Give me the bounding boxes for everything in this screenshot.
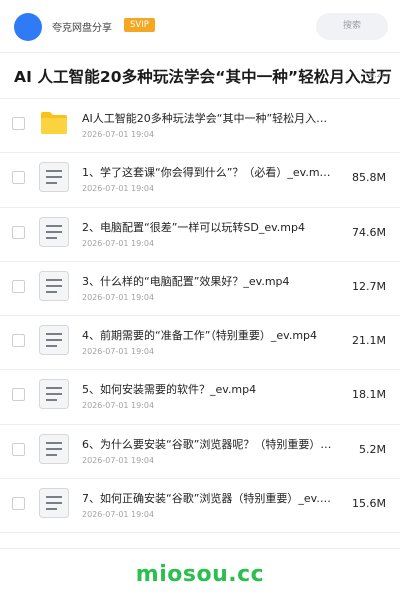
file-date: 2026-07-01 19:04: [82, 184, 155, 194]
file-name: 7、如何正确安装“谷歌”浏览器（特别重要）_ev.mp4: [82, 491, 332, 505]
file-date: 2026-07-01 19:04: [82, 238, 155, 248]
file-icon: [38, 378, 70, 410]
file-size: 74.6M: [352, 225, 386, 239]
file-size: 5.2M: [359, 442, 386, 456]
file-icon: [38, 216, 70, 248]
file-name: 5、如何安装需要的软件？_ev.mp4: [82, 383, 257, 397]
row-checkbox[interactable]: [12, 279, 25, 293]
row-checkbox[interactable]: [12, 334, 25, 347]
svip-badge: SVIP: [124, 18, 155, 32]
file-size: 85.8M: [352, 171, 386, 185]
share-header: 夸克网盘分享 SVIP 搜索: [0, 0, 400, 52]
file-name: AI人工智能20多种玩法学会“其中一种”轻松月入过万: [82, 112, 332, 125]
folder-row[interactable]: AI人工智能20多种玩法学会“其中一种”轻松月入过万 2026-07-01 19:…: [0, 98, 400, 152]
row-checkbox[interactable]: [12, 225, 25, 239]
row-checkbox[interactable]: [12, 442, 25, 456]
row-checkbox[interactable]: [12, 388, 25, 402]
search-button[interactable]: 搜索: [316, 13, 388, 40]
list-end-divider: [0, 548, 400, 549]
file-name: 6、为什么要安装“谷歌”浏览器呢？（特别重要）_ev.mp4: [82, 437, 332, 451]
file-row[interactable]: 7、如何正确安装“谷歌”浏览器（特别重要）_ev.mp4 2026-07-01 1…: [0, 478, 400, 532]
file-icon: [38, 487, 70, 519]
file-row[interactable]: 4、前期需要的“准备工作”（特别重要）_ev.mp4 2026-07-01 19:…: [0, 315, 400, 369]
page-title: AI 人工智能20多种玩法学会“其中一种”轻松月入过万: [14, 68, 392, 86]
file-date: 2026-07-01 19:04: [82, 130, 155, 139]
file-icon: [38, 161, 70, 193]
file-row[interactable]: 2、电脑配置“很差”一样可以玩转SD_ev.mp4 2026-07-01 19:0…: [0, 207, 400, 261]
file-size: 15.6M: [352, 496, 386, 510]
file-date: 2026-07-01 19:04: [82, 347, 155, 356]
sharer-name: 夸克网盘分享: [52, 23, 112, 34]
file-row[interactable]: 1、学了这套课“你会得到什么”？（必看）_ev.mp4 2026-07-01 19…: [0, 152, 400, 206]
total-size: 6.2G: [369, 70, 388, 79]
file-icon: [38, 270, 70, 302]
folder-icon: [38, 107, 70, 139]
file-date: 2026-07-01 19:04: [82, 455, 155, 465]
row-checkbox[interactable]: [12, 171, 25, 185]
file-size: 21.1M: [352, 334, 386, 347]
file-name: 4、前期需要的“准备工作”（特别重要）_ev.mp4: [82, 329, 318, 342]
file-name: 3、什么样的“电脑配置”效果好？_ev.mp4: [82, 274, 290, 288]
file-icon: [38, 324, 70, 356]
row-checkbox[interactable]: [12, 117, 25, 130]
file-date: 2026-07-01 19:04: [82, 509, 155, 519]
file-name: 1、学了这套课“你会得到什么”？（必看）_ev.mp4: [82, 166, 332, 180]
file-name: 2、电脑配置“很差”一样可以玩转SD_ev.mp4: [82, 220, 305, 234]
file-icon: [38, 433, 70, 465]
file-row[interactable]: 5、如何安装需要的软件？_ev.mp4 2026-07-01 19:04 18.1M: [0, 369, 400, 423]
file-date: 2026-07-01 19:04: [82, 401, 155, 411]
avatar[interactable]: [14, 13, 42, 41]
file-size: 12.7M: [352, 279, 386, 293]
file-row[interactable]: 3、什么样的“电脑配置”效果好？_ev.mp4 2026-07-01 19:04 1…: [0, 261, 400, 315]
file-row[interactable]: 6、为什么要安装“谷歌”浏览器呢？（特别重要）_ev.mp4 2026-07-01…: [0, 424, 400, 478]
watermark: miosou.cc: [135, 562, 265, 587]
row-divider: [0, 532, 400, 533]
file-date: 2026-07-01 19:04: [82, 292, 155, 302]
row-checkbox[interactable]: [12, 496, 25, 510]
file-size: 18.1M: [352, 388, 386, 402]
folder-title-bar: AI 人工智能20多种玩法学会“其中一种”轻松月入过万 6.2G: [0, 52, 400, 98]
